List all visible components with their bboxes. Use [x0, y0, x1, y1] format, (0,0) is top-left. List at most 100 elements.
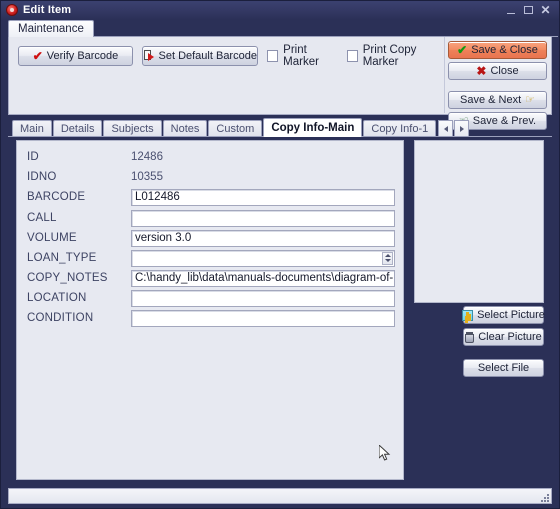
red-check-icon: ✔ — [32, 49, 43, 63]
close-icon[interactable]: ✕ — [540, 4, 551, 16]
label-call: CALL — [27, 212, 57, 224]
field-row-loan-type: LOAN_TYPE — [27, 248, 395, 268]
window-controls: ✕ — [506, 4, 555, 16]
record-tabs: Main Details Subjects Notes Custom Copy … — [12, 118, 470, 137]
picture-button-group: Select Picture Clear Picture Select File — [462, 306, 545, 377]
tab-subjects[interactable]: Subjects — [103, 120, 162, 137]
location-input[interactable] — [131, 289, 395, 307]
tab-main-label: Main — [20, 122, 44, 135]
copy-info-form: ID 12486 IDNO 10355 BARCODE L012486 CALL… — [16, 140, 404, 480]
field-row-location: LOCATION — [27, 288, 395, 308]
tab-maintenance[interactable]: Maintenance — [8, 20, 94, 37]
print-marker-label: Print Marker — [283, 44, 319, 68]
tab-content-copy-info-main: ID 12486 IDNO 10355 BARCODE L012486 CALL… — [8, 136, 552, 485]
set-default-barcode-button[interactable]: Set Default Barcode — [142, 46, 259, 66]
tab-notes-label: Notes — [170, 122, 200, 135]
edit-item-window: Edit Item ✕ Maintenance ✔ Verify Barcode — [0, 0, 560, 509]
toolbar-controls-row: ✔ Verify Barcode Set Default Barcode Pri… — [18, 44, 444, 68]
clear-picture-label: Clear Picture — [478, 331, 542, 343]
tab-copy-info-main[interactable]: Copy Info-Main — [263, 118, 363, 137]
red-x-icon: ✖ — [476, 64, 487, 78]
print-copy-marker-label: Print Copy Marker — [362, 44, 417, 68]
client-area: Maintenance ✔ Verify Barcode Set Default… — [4, 20, 558, 507]
tab-copy-info-1[interactable]: Copy Info-1 — [363, 120, 437, 137]
tab-custom-label: Custom — [216, 122, 255, 135]
volume-input[interactable]: version 3.0 — [131, 229, 395, 247]
print-marker-checkbox[interactable]: Print Marker — [267, 44, 337, 68]
titlebar: Edit Item ✕ — [1, 1, 559, 19]
button-stack-spacer — [448, 83, 547, 88]
field-row-id: ID 12486 — [27, 147, 395, 167]
field-row-barcode: BARCODE L012486 — [27, 187, 395, 207]
trash-icon — [465, 331, 475, 343]
toolbar-left-group: ✔ Verify Barcode Set Default Barcode Pri… — [9, 37, 445, 113]
window-title: Edit Item — [23, 4, 72, 16]
tab-copy-info-main-label: Copy Info-Main — [271, 121, 355, 134]
tab-scroll-left-icon[interactable] — [438, 120, 454, 137]
tab-custom[interactable]: Custom — [208, 120, 263, 137]
print-marker-box[interactable] — [267, 50, 279, 62]
label-copy-notes: COPY_NOTES — [27, 272, 108, 284]
spinner-down-icon — [384, 259, 391, 263]
print-copy-marker-box[interactable] — [346, 50, 358, 62]
save-and-next-label: Save & Next — [459, 94, 522, 106]
value-id: 12486 — [131, 151, 163, 163]
field-row-volume: VOLUME version 3.0 — [27, 228, 395, 248]
condition-input[interactable] — [131, 309, 395, 327]
app-icon — [6, 4, 18, 16]
tab-scroll-buttons — [438, 120, 470, 137]
loan-type-input[interactable] — [131, 249, 395, 267]
page-arrow-icon — [143, 50, 155, 62]
tab-main[interactable]: Main — [12, 120, 52, 137]
select-picture-label: Select Picture — [477, 309, 545, 321]
select-picture-button[interactable]: Select Picture — [462, 306, 545, 324]
resize-grip-icon[interactable] — [538, 491, 549, 502]
tab-notes[interactable]: Notes — [162, 120, 208, 137]
save-and-close-label: Save & Close — [471, 44, 538, 56]
tab-details[interactable]: Details — [52, 120, 103, 137]
label-volume: VOLUME — [27, 232, 77, 244]
verify-barcode-label: Verify Barcode — [46, 50, 119, 62]
field-row-idno: IDNO 10355 — [27, 167, 395, 187]
statusbar — [8, 488, 552, 504]
page-tabstrip: Maintenance — [4, 20, 558, 37]
hand-right-icon: ☞ — [525, 93, 535, 106]
minimize-icon[interactable] — [506, 5, 517, 16]
tab-subjects-label: Subjects — [111, 122, 154, 135]
person-icon — [462, 309, 474, 321]
loan-type-spinner[interactable] — [382, 251, 393, 265]
close-button[interactable]: ✖ Close — [448, 62, 547, 80]
tab-details-label: Details — [60, 122, 95, 135]
action-button-stack: ✔ Save & Close ✖ Close Save & Next ☞ ☜ — [448, 41, 547, 130]
tab-scroll-right-icon[interactable] — [454, 120, 470, 137]
select-file-label: Select File — [477, 362, 530, 374]
record-tabstrip: Main Details Subjects Notes Custom Copy … — [8, 118, 552, 137]
spinner-up-icon — [384, 253, 391, 257]
picture-preview — [414, 140, 544, 303]
label-loan-type: LOAN_TYPE — [27, 252, 97, 264]
label-location: LOCATION — [27, 292, 87, 304]
print-copy-marker-checkbox[interactable]: Print Copy Marker — [346, 44, 444, 68]
label-idno: IDNO — [27, 171, 57, 183]
picture-button-spacer — [463, 350, 544, 355]
label-barcode: BARCODE — [27, 191, 86, 203]
copy-notes-input[interactable]: C:\handy_lib\data\manuals-documents\diag… — [131, 269, 395, 287]
green-check-icon: ✔ — [457, 43, 468, 57]
toolbar-right-group: ✔ Save & Close ✖ Close Save & Next ☞ ☜ — [444, 37, 551, 130]
maximize-icon[interactable] — [524, 6, 533, 14]
verify-barcode-button[interactable]: ✔ Verify Barcode — [18, 46, 133, 66]
field-row-copy-notes: COPY_NOTES C:\handy_lib\data\manuals-doc… — [27, 268, 395, 288]
close-label: Close — [490, 65, 519, 77]
label-id: ID — [27, 151, 39, 163]
clear-picture-button[interactable]: Clear Picture — [463, 328, 544, 346]
select-file-button[interactable]: Select File — [463, 359, 544, 377]
value-idno: 10355 — [131, 171, 163, 183]
field-row-condition: CONDITION — [27, 308, 395, 328]
call-input[interactable] — [131, 209, 395, 227]
field-row-call: CALL — [27, 208, 395, 228]
barcode-input[interactable]: L012486 — [131, 188, 395, 206]
save-and-next-button[interactable]: Save & Next ☞ — [448, 91, 547, 109]
tab-maintenance-label: Maintenance — [18, 23, 84, 35]
save-and-close-button[interactable]: ✔ Save & Close — [448, 41, 547, 59]
tab-copy-info-1-label: Copy Info-1 — [371, 122, 429, 135]
